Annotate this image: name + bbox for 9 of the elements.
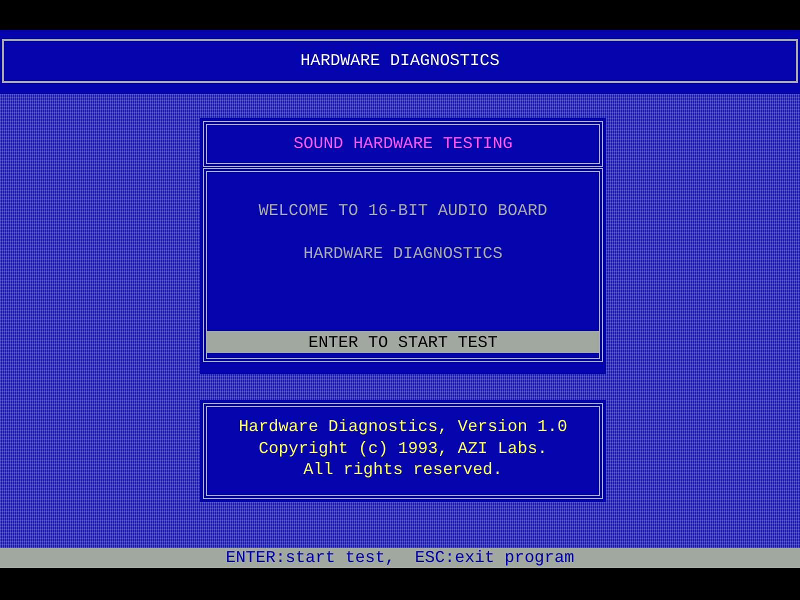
dialog-title: SOUND HARDWARE TESTING: [293, 134, 513, 154]
header-title: HARDWARE DIAGNOSTICS: [300, 51, 500, 71]
start-test-button[interactable]: ENTER TO START TEST: [207, 331, 599, 353]
status-text: ENTER:start test, ESC:exit program: [226, 549, 574, 567]
about-text: Hardware Diagnostics, Version 1.0: [238, 416, 568, 438]
welcome-text: WELCOME TO 16-BIT AUDIO BOARD: [258, 202, 548, 220]
welcome-text: HARDWARE DIAGNOSTICS: [303, 245, 503, 263]
about-text: Copyright (c) 1993, AZI Labs.: [258, 438, 548, 459]
about-text: All rights reserved.: [303, 459, 503, 480]
